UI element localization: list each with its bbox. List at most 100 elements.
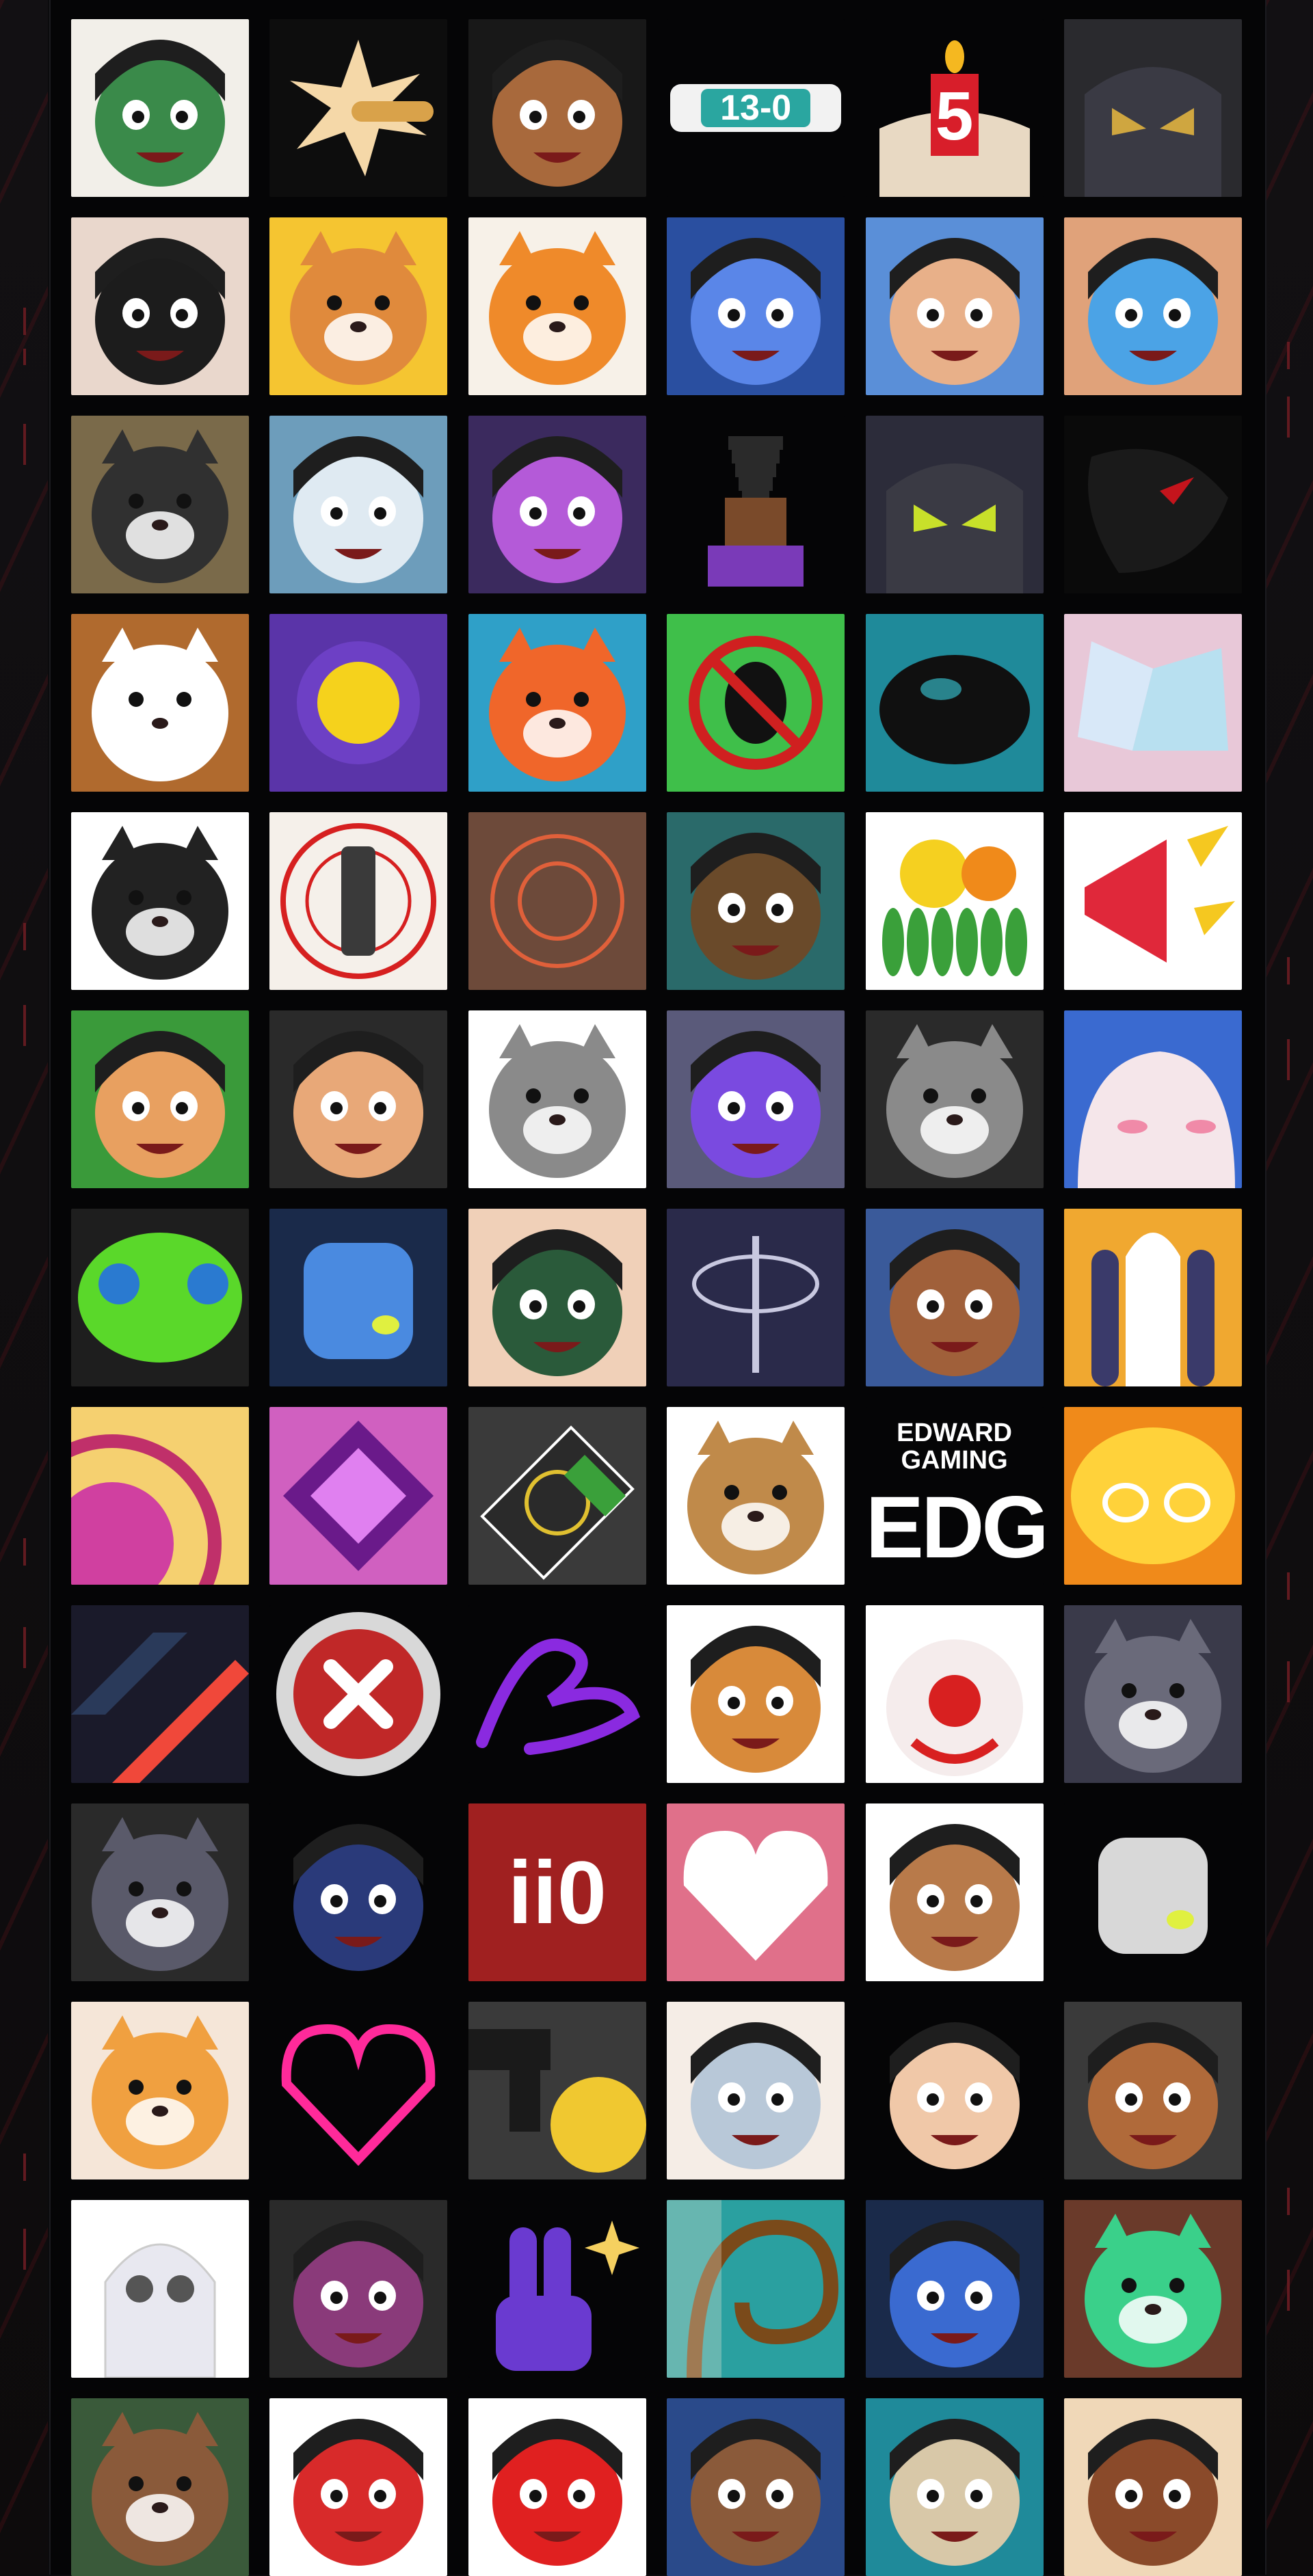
orange-glow-emote[interactable] (1063, 1407, 1242, 1585)
armored-visor-emote[interactable] (865, 416, 1044, 593)
pixel-heart-emote[interactable] (667, 1803, 845, 1981)
red-x-emote[interactable] (269, 1605, 448, 1783)
blush-blob-emote[interactable] (1063, 1010, 1242, 1188)
smug-face-emote[interactable] (71, 217, 249, 395)
bearded-grin-icon (468, 19, 646, 197)
peace-sign-emote[interactable] (468, 2200, 646, 2378)
target-lantern-emote[interactable] (269, 812, 448, 990)
cyan-goggles-emote[interactable] (865, 614, 1044, 792)
crystal-shards-emote[interactable] (1063, 614, 1242, 792)
red-card-emote[interactable] (468, 2398, 646, 2576)
sunglasses-peek-emote[interactable] (865, 1209, 1044, 1386)
happy-agent-emote[interactable] (1063, 2002, 1242, 2179)
teal-swirl-icon (667, 2200, 845, 2378)
ghost-stare-icon (269, 416, 448, 593)
orbit-staff-emote[interactable] (667, 1209, 845, 1386)
white-cat-smile-emote[interactable] (71, 812, 249, 990)
edg-logo-emote[interactable]: EDWARD GAMING EDG (865, 1407, 1044, 1585)
rocket-launch-emote[interactable] (1063, 1209, 1242, 1386)
orange-rings-emote[interactable] (468, 812, 646, 990)
skye-laugh-emote[interactable] (71, 19, 249, 197)
nervous-glasses-icon (865, 1803, 1044, 1981)
purple-eyes-agent-icon (667, 1010, 845, 1188)
fruit-basket-emote[interactable] (865, 812, 1044, 990)
score-13-0-emote[interactable]: 13-0 (667, 19, 845, 197)
right-decorative-border (1265, 0, 1313, 2575)
masked-agent-emote[interactable] (1063, 19, 1242, 197)
seal-smirk-emote[interactable] (468, 1010, 646, 1188)
orange-creature-icon (468, 614, 646, 792)
hooded-agent-emote[interactable] (269, 1803, 448, 1981)
neon-heart-icon (269, 2002, 448, 2179)
ghost-eyes-emote[interactable] (71, 2200, 249, 2378)
signal-robot-emote[interactable] (1063, 1803, 1242, 1981)
neon-heart-emote[interactable] (269, 2002, 448, 2179)
green-slime-icon (71, 1209, 249, 1386)
gold-orb-emote[interactable] (269, 614, 448, 792)
goggle-tiger-emote[interactable] (667, 1605, 845, 1783)
neon-agent-emote[interactable] (667, 217, 845, 395)
penguin-peek-icon (71, 416, 249, 593)
edg-logo-text: EDG (865, 1479, 1044, 1577)
masked-ninja-emote[interactable] (865, 2200, 1044, 2378)
dark-shadow-emote[interactable] (1063, 416, 1242, 593)
bear-mouth-emote[interactable] (71, 614, 249, 792)
red-arrow-emote[interactable] (71, 1605, 249, 1783)
agent-chibi-emote[interactable] (667, 812, 845, 990)
angry-hamster-emote[interactable] (667, 1407, 845, 1585)
mustache-man-emote[interactable] (269, 2398, 448, 2576)
pouting-face-emote[interactable] (468, 1209, 646, 1386)
crying-agent-emote[interactable] (1063, 217, 1242, 395)
white-hair-agent-emote[interactable] (667, 2002, 845, 2179)
lucky-tiger-emote[interactable] (468, 217, 646, 395)
bearded-grin-emote[interactable] (468, 19, 646, 197)
laughing-cat-emote[interactable] (71, 1803, 249, 1981)
purple-sun-emote[interactable] (71, 1407, 249, 1585)
grumpy-cat-emote[interactable] (865, 1010, 1044, 1188)
corgi-medal-emote[interactable] (269, 217, 448, 395)
birthday-candle-5-emote[interactable]: 5 (865, 19, 1044, 197)
gold-orb-icon (269, 614, 448, 792)
bear-sunglasses-emote[interactable] (71, 2398, 249, 2576)
pistol-creature-emote[interactable] (468, 2002, 646, 2179)
no-bug-emote[interactable] (667, 614, 845, 792)
orange-bird-emote[interactable] (71, 2002, 249, 2179)
penguin-peek-emote[interactable] (71, 416, 249, 593)
ii0-logo-emote[interactable]: ii0 (468, 1803, 646, 1981)
horned-beast-emote[interactable] (1063, 2200, 1242, 2378)
nervous-glasses-emote[interactable] (865, 1803, 1044, 1981)
hooded-agent-icon (269, 1803, 448, 1981)
cyan-goggles-icon (865, 614, 1044, 792)
orange-creature-emote[interactable] (468, 614, 646, 792)
angry-bandana-emote[interactable] (71, 1010, 249, 1188)
blue-robot-icon (269, 1209, 448, 1386)
glowing-eyes-agent-icon (468, 416, 646, 593)
green-gpu-emote[interactable] (468, 1407, 646, 1585)
shocked-bandage-icon (865, 217, 1044, 395)
pixel-agent-emote[interactable] (667, 416, 845, 593)
emote-grid: 13-0 5 EDWARD GAMING EDG ii0 (71, 19, 1242, 2576)
visor-cat-emote[interactable] (865, 2398, 1044, 2576)
pink-gem-emote[interactable] (269, 1407, 448, 1585)
ghost-stare-emote[interactable] (269, 416, 448, 593)
teal-swirl-emote[interactable] (667, 2200, 845, 2378)
blue-robot-emote[interactable] (269, 1209, 448, 1386)
green-slime-emote[interactable] (71, 1209, 249, 1386)
magenta-grin-emote[interactable] (269, 2200, 448, 2378)
no-bug-icon (667, 614, 845, 792)
clown-nose-emote[interactable] (865, 1605, 1044, 1783)
shocked-bandage-emote[interactable] (865, 217, 1044, 395)
purple-signature-emote[interactable] (468, 1605, 646, 1783)
smug-face-icon (71, 217, 249, 395)
glasses-agent-emote[interactable] (865, 2002, 1044, 2179)
laughing-cat-icon (71, 1803, 249, 1981)
bearded-shout-emote[interactable] (1063, 2398, 1242, 2576)
bullet-impact-emote[interactable] (269, 19, 448, 197)
crying-seal-emote[interactable] (1063, 1605, 1242, 1783)
purple-eyes-agent-emote[interactable] (667, 1010, 845, 1188)
megaphone-emote[interactable] (1063, 812, 1242, 990)
glowing-eyes-agent-emote[interactable] (468, 416, 646, 593)
angry-bandana-icon (71, 1010, 249, 1188)
glasses-grin-emote[interactable] (269, 1010, 448, 1188)
swirl-eyes-emote[interactable] (667, 2398, 845, 2576)
